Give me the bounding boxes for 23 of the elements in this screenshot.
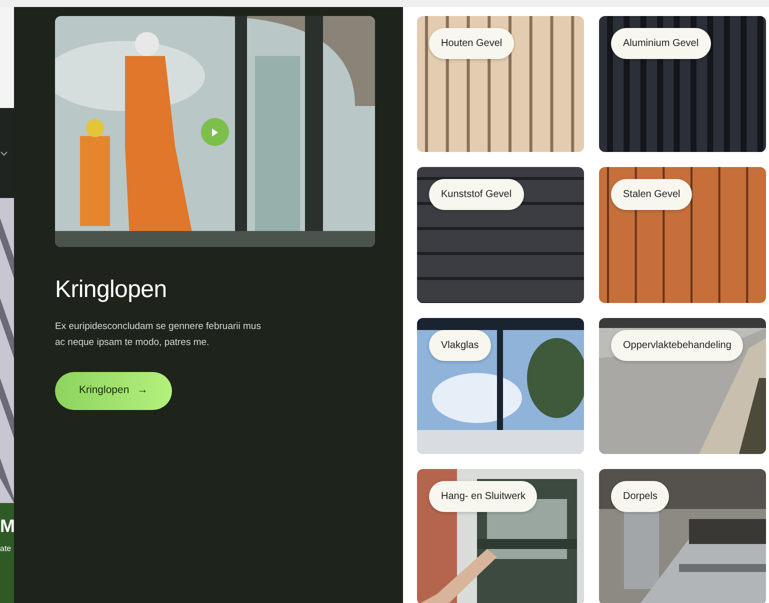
category-tile[interactable]: Kunststof Gevel [417, 167, 584, 303]
category-tile[interactable]: Oppervlaktebehandeling [599, 318, 766, 454]
category-label: Dorpels [611, 481, 670, 512]
category-label: Hang- en Sluitwerk [429, 481, 538, 512]
category-tile[interactable]: Aluminium Gevel [599, 16, 766, 152]
category-label: Stalen Gevel [611, 179, 692, 210]
chevron-down-icon[interactable] [0, 150, 8, 156]
category-label: Oppervlaktebehandeling [611, 330, 744, 361]
category-label: Houten Gevel [429, 28, 514, 59]
category-tile[interactable]: Vlakglas [417, 318, 584, 454]
heading: M [0, 517, 14, 535]
category-label: Kunststof Gevel [429, 179, 524, 210]
title: Kringlopen [55, 277, 168, 304]
kringlopen-button[interactable]: Kringlopen → [55, 372, 172, 410]
category-label: Vlakglas [429, 330, 491, 361]
category-tile[interactable]: Dorpels [599, 469, 766, 603]
text: ate [0, 545, 12, 553]
category-tile[interactable]: Houten Gevel [417, 16, 584, 152]
category-label: Aluminium Gevel [611, 28, 711, 59]
category-tile[interactable]: Stalen Gevel [599, 167, 766, 303]
description: Ex euripidesconcludam se gennere februarii mus ac neque ipsam te modo, patres me. [55, 320, 262, 350]
category-tile[interactable]: Hang- en Sluitwerk [417, 469, 584, 603]
play-icon [211, 128, 219, 136]
